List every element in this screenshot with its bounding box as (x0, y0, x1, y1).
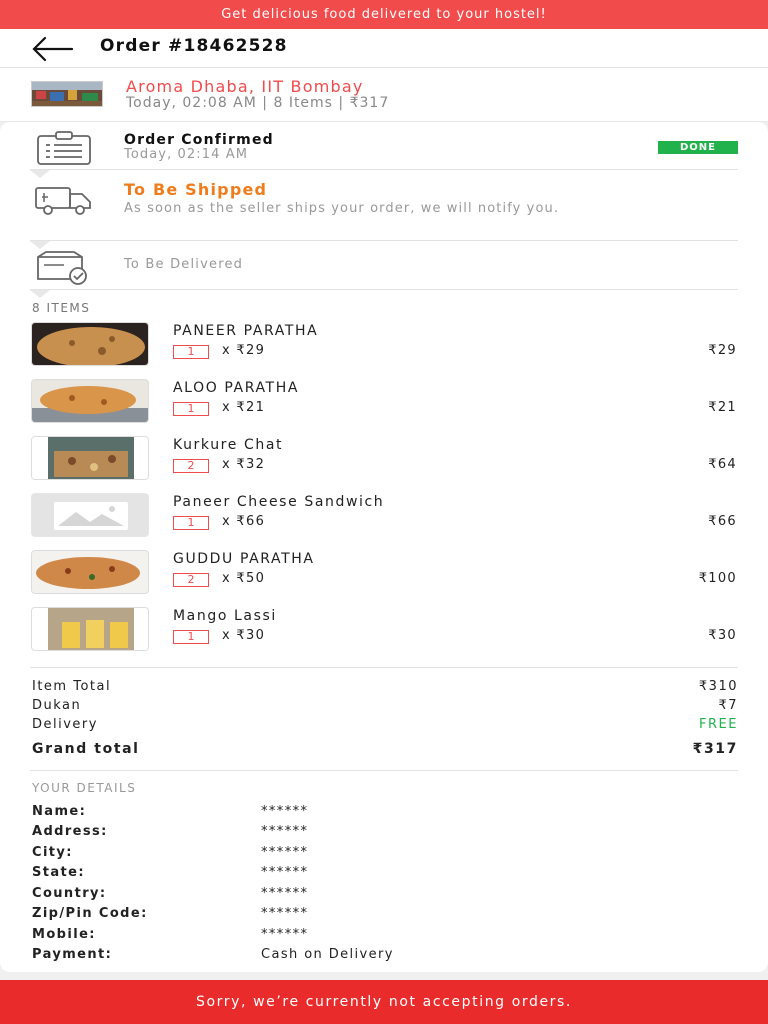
detail-value: ****** (261, 886, 309, 901)
item-name: PANEER PARATHA (173, 323, 319, 339)
grand-total-value: ₹317 (692, 741, 738, 757)
step-description: As soon as the seller ships your order, … (124, 201, 560, 216)
unit-price: x ₹29 (222, 343, 266, 358)
detail-value: ****** (261, 845, 309, 860)
line-total: ₹29 (708, 343, 737, 358)
shop-name[interactable]: Aroma Dhaba, IIT Bombay (126, 77, 364, 96)
line-total: ₹21 (708, 400, 737, 415)
quantity-badge: 2 (173, 573, 209, 587)
grand-total-label: Grand total (32, 741, 140, 757)
promo-banner: Get delicious food delivered to your hos… (0, 0, 768, 29)
delivery-label: Delivery (32, 717, 98, 732)
divider (30, 289, 738, 290)
header-bar: Order #18462528 (0, 29, 768, 68)
item-total-label: Item Total (32, 679, 112, 694)
step-to-be-shipped: To Be Shipped As soon as the seller ship… (0, 170, 768, 240)
detail-value: ****** (261, 865, 309, 880)
step-title: Order Confirmed (124, 132, 274, 148)
unit-price: x ₹30 (222, 628, 266, 643)
item-total-value: ₹310 (698, 679, 738, 694)
detail-label: Name: (32, 804, 87, 819)
detail-value: Cash on Delivery (261, 947, 394, 962)
detail-label: State: (32, 865, 85, 880)
item-name: Mango Lassi (173, 608, 277, 624)
step-connector (30, 290, 50, 298)
item-name: Kurkure Chat (173, 437, 284, 453)
line-total: ₹30 (708, 628, 737, 643)
delivery-row: Delivery FREE (32, 717, 738, 732)
status-badge: DONE (658, 141, 738, 154)
detail-label: Country: (32, 886, 107, 901)
image-placeholder-icon (31, 493, 149, 537)
item-photo (31, 607, 149, 651)
quantity-badge: 2 (173, 459, 209, 473)
divider (30, 770, 738, 771)
order-item: GUDDU PARATHA 2 x ₹50 ₹100 (0, 550, 768, 602)
line-total: ₹66 (708, 514, 737, 529)
order-item: ALOO PARATHA 1 x ₹21 ₹21 (0, 379, 768, 431)
order-meta: Today, 02:08 AM | 8 Items | ₹317 (126, 95, 390, 111)
order-title: Order #18462528 (100, 36, 288, 56)
unit-price: x ₹32 (222, 457, 266, 472)
quantity-badge: 1 (173, 630, 209, 644)
order-item: Paneer Cheese Sandwich 1 x ₹66 ₹66 (0, 493, 768, 545)
step-title: To Be Delivered (124, 257, 244, 272)
quantity-badge: 1 (173, 516, 209, 530)
unit-price: x ₹50 (222, 571, 266, 586)
item-photo (31, 322, 149, 366)
delivery-value: FREE (699, 717, 738, 732)
detail-label: City: (32, 845, 73, 860)
item-name: GUDDU PARATHA (173, 551, 315, 567)
truck-icon (35, 187, 91, 215)
step-timestamp: Today, 02:14 AM (124, 147, 249, 162)
order-item: Kurkure Chat 2 x ₹32 ₹64 (0, 436, 768, 488)
detail-label: Zip/Pin Code: (32, 906, 148, 921)
detail-value: ****** (261, 804, 309, 819)
item-name: Paneer Cheese Sandwich (173, 494, 385, 510)
item-total-row: Item Total ₹310 (32, 679, 738, 694)
step-title: To Be Shipped (124, 180, 268, 199)
detail-value: ****** (261, 927, 309, 942)
store-closed-banner: Sorry, we’re currently not accepting ord… (0, 980, 768, 1024)
detail-value: ****** (261, 906, 309, 921)
step-to-be-delivered: To Be Delivered (0, 241, 768, 289)
grand-total-row: Grand total ₹317 (32, 741, 738, 757)
detail-label: Address: (32, 824, 108, 839)
quantity-badge: 1 (173, 402, 209, 416)
unit-price: x ₹21 (222, 400, 266, 415)
shop-summary[interactable]: Aroma Dhaba, IIT Bombay Today, 02:08 AM … (0, 68, 768, 122)
dukan-label: Dukan (32, 698, 82, 713)
detail-label: Mobile: (32, 927, 96, 942)
step-order-confirmed: Order Confirmed Today, 02:14 AM DONE (0, 122, 768, 169)
package-check-icon (37, 251, 87, 285)
line-total: ₹64 (708, 457, 737, 472)
order-details-card: Order Confirmed Today, 02:14 AM DONE To … (0, 122, 768, 972)
dukan-row: Dukan ₹7 (32, 698, 738, 713)
details-heading: YOUR DETAILS (32, 781, 137, 795)
detail-label: Payment: (32, 947, 113, 962)
item-photo (31, 436, 149, 480)
unit-price: x ₹66 (222, 514, 266, 529)
item-photo (31, 550, 149, 594)
shop-photo (31, 81, 103, 107)
item-name: ALOO PARATHA (173, 380, 299, 396)
order-item: PANEER PARATHA 1 x ₹29 ₹29 (0, 322, 768, 374)
clipboard-icon (37, 131, 91, 165)
detail-value: ****** (261, 824, 309, 839)
quantity-badge: 1 (173, 345, 209, 359)
back-arrow-icon[interactable] (30, 36, 76, 62)
item-photo (31, 379, 149, 423)
dukan-value: ₹7 (718, 698, 738, 713)
items-count-heading: 8 ITEMS (32, 301, 91, 315)
order-item: Mango Lassi 1 x ₹30 ₹30 (0, 607, 768, 659)
divider (30, 667, 738, 668)
line-total: ₹100 (698, 571, 737, 586)
